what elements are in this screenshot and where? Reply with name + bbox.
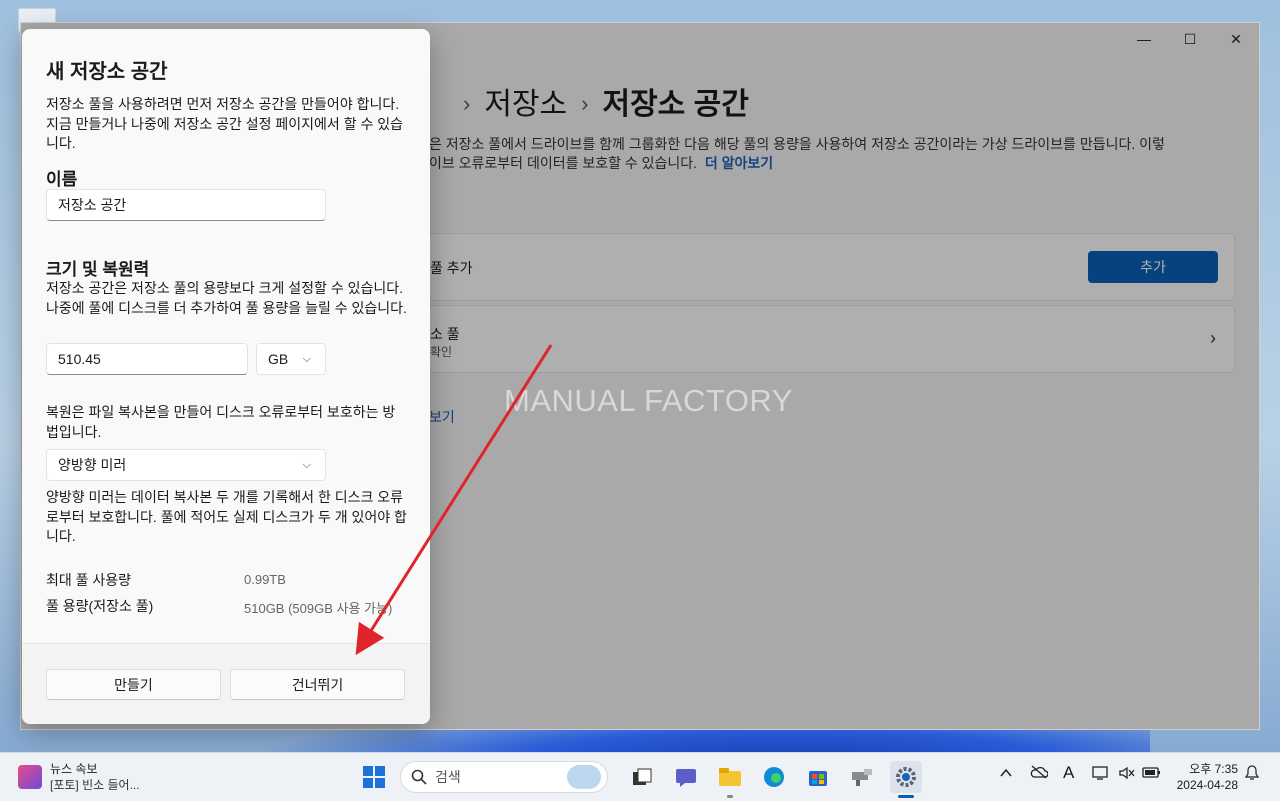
system-clock[interactable]: 오후 7:35 2024-04-28 <box>1172 761 1238 793</box>
windows-icon <box>363 766 385 788</box>
unit-dropdown[interactable]: GB ⌵ <box>256 343 326 375</box>
news-icon <box>18 765 42 789</box>
taskbar: 뉴스 속보 [포토] 빈소 들어... 검색 A 오후 7:35 2024-04… <box>0 752 1280 801</box>
chat-icon[interactable] <box>670 761 702 793</box>
resiliency-value: 양방향 미러 <box>58 457 127 473</box>
search-highlight-icon <box>567 765 601 789</box>
app-icon[interactable] <box>846 761 878 793</box>
active-indicator <box>898 795 914 798</box>
taskbar-search[interactable]: 검색 <box>400 761 608 793</box>
running-indicator <box>727 795 733 798</box>
dialog-footer: 만들기 건너뛰기 <box>22 643 430 724</box>
battery-icon[interactable] <box>1142 765 1162 783</box>
max-pool-usage-value: 0.99TB <box>244 572 286 587</box>
search-placeholder: 검색 <box>435 769 461 785</box>
chevron-down-icon: ⌵ <box>302 458 311 471</box>
size-resiliency-label: 크기 및 복원력 <box>46 260 150 279</box>
notification-bell-icon[interactable] <box>1244 765 1260 785</box>
onedrive-icon[interactable] <box>1030 765 1049 783</box>
volume-icon[interactable] <box>1118 765 1136 785</box>
settings-app-icon[interactable] <box>890 761 922 793</box>
size-input[interactable]: 510.45 <box>46 343 248 375</box>
dialog-title: 새 저장소 공간 <box>46 61 168 83</box>
clock-date: 2024-04-28 <box>1176 778 1238 792</box>
watermark: MANUAL FACTORY <box>504 383 793 418</box>
chevron-down-icon: ⌵ <box>302 352 311 365</box>
ime-indicator[interactable]: A <box>1063 763 1074 783</box>
create-button[interactable]: 만들기 <box>46 669 221 700</box>
task-view-icon[interactable] <box>626 761 658 793</box>
name-input[interactable]: 저장소 공간 <box>46 189 326 221</box>
news-subtitle: [포토] 빈소 들어... <box>50 778 140 792</box>
clock-time: 오후 7:35 <box>1189 762 1238 776</box>
max-pool-usage-label: 최대 풀 사용량 <box>46 572 132 588</box>
resiliency-description: 복원은 파일 복사본을 만들어 디스크 오류로부터 보호하는 방법입니다. <box>46 404 396 440</box>
new-storage-space-dialog: 새 저장소 공간 저장소 풀을 사용하려면 먼저 저장소 공간을 만들어야 합니… <box>22 29 430 724</box>
pool-capacity-label: 풀 용량(저장소 풀) <box>46 598 154 614</box>
file-explorer-icon[interactable] <box>714 761 746 793</box>
news-widget[interactable]: 뉴스 속보 [포토] 빈소 들어... <box>18 761 140 793</box>
edge-icon[interactable] <box>758 761 790 793</box>
resiliency-dropdown[interactable]: 양방향 미러 ⌵ <box>46 449 326 481</box>
chevron-up-icon[interactable] <box>1000 765 1012 782</box>
news-title: 뉴스 속보 <box>50 762 98 776</box>
name-label: 이름 <box>46 170 78 189</box>
resiliency-note: 양방향 미러는 데이터 복사본 두 개를 기록해서 한 디스크 오류로부터 보호… <box>46 489 407 544</box>
store-icon[interactable] <box>802 761 834 793</box>
search-icon <box>411 769 427 785</box>
start-button[interactable] <box>358 761 390 793</box>
unit-value: GB <box>268 351 289 367</box>
display-icon[interactable] <box>1092 765 1110 785</box>
size-description: 저장소 공간은 저장소 풀의 용량보다 크게 설정할 수 있습니다. 나중에 풀… <box>46 280 407 316</box>
skip-button[interactable]: 건너뛰기 <box>230 669 405 700</box>
dialog-intro: 저장소 풀을 사용하려면 먼저 저장소 공간을 만들어야 합니다. 지금 만들거… <box>46 96 404 151</box>
pool-capacity-value: 510GB (509GB 사용 가능) <box>244 601 393 616</box>
